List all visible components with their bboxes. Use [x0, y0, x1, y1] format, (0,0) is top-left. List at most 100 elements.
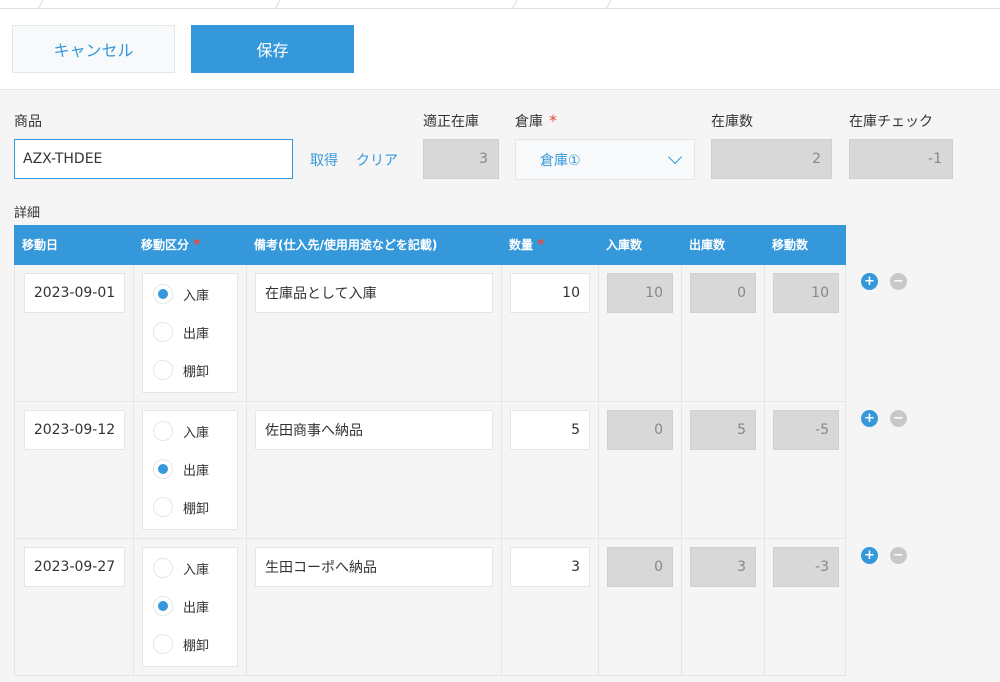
tab-strip: [0, 0, 1000, 9]
radio-circle: [153, 558, 173, 578]
radio-circle: [153, 322, 173, 342]
warehouse-select-value: 倉庫①: [540, 152, 581, 169]
column-divider: [246, 265, 247, 402]
radio-inventory[interactable]: 棚卸: [153, 358, 209, 382]
clear-link[interactable]: クリア: [356, 150, 398, 170]
move-count-field: 10: [773, 273, 839, 313]
column-divider: [501, 402, 502, 539]
remove-row-button[interactable]: −: [890, 547, 907, 564]
move-type-radio-group: 入庫 出庫 棚卸: [142, 273, 238, 393]
move-count-field: -3: [773, 547, 839, 587]
out-count-field: 5: [690, 410, 756, 450]
remove-row-button[interactable]: −: [890, 273, 907, 290]
table-row: 2023-09-12 入庫 出庫 棚卸 佐田商事へ納品 5 0 5 -5: [14, 402, 846, 539]
in-count-field: 0: [607, 547, 673, 587]
table-row: 2023-09-27 入庫 出庫 棚卸 生田コーポへ納品 3 0 3 -3: [14, 539, 846, 676]
tab-separator: [37, 0, 44, 9]
radio-circle: [153, 360, 173, 380]
add-row-button[interactable]: +: [861, 273, 878, 290]
radio-label: 出庫: [183, 326, 210, 342]
column-divider: [598, 265, 599, 402]
stock-check-label: 在庫チェック: [849, 114, 933, 130]
stock-count-field: 2: [711, 139, 832, 179]
remove-row-button[interactable]: −: [890, 410, 907, 427]
in-count-field: 10: [607, 273, 673, 313]
column-divider: [501, 265, 502, 402]
radio-label: 棚卸: [183, 364, 210, 380]
radio-in[interactable]: 入庫: [153, 556, 209, 580]
radio-label: 棚卸: [183, 501, 210, 517]
column-divider: [598, 402, 599, 539]
radio-circle: [153, 459, 173, 479]
move-count-field: -5: [773, 410, 839, 450]
col-header-date: 移動日: [22, 238, 59, 252]
details-label: 詳細: [14, 206, 41, 221]
stock-count-label: 在庫数: [711, 114, 753, 130]
col-header-out: 出庫数: [689, 238, 726, 252]
required-mark: *: [537, 237, 545, 253]
warehouse-select[interactable]: 倉庫①: [515, 139, 695, 180]
column-divider: [501, 539, 502, 676]
radio-circle: [153, 421, 173, 441]
column-divider: [681, 402, 682, 539]
note-input[interactable]: 生田コーポへ納品: [255, 547, 493, 587]
radio-label: 棚卸: [183, 638, 210, 654]
radio-out[interactable]: 出庫: [153, 320, 209, 344]
column-divider: [681, 539, 682, 676]
chevron-down-icon: [667, 149, 683, 165]
radio-label: 入庫: [183, 425, 210, 441]
radio-circle: [153, 596, 173, 616]
tab-separator: [274, 0, 281, 9]
column-divider: [598, 539, 599, 676]
date-input[interactable]: 2023-09-01: [24, 273, 125, 313]
col-header-qty: 数量 *: [509, 237, 545, 253]
radio-out[interactable]: 出庫: [153, 594, 209, 618]
tab-separator: [511, 0, 518, 9]
fetch-link[interactable]: 取得: [310, 150, 338, 170]
column-divider: [133, 265, 134, 402]
qty-input[interactable]: 5: [510, 410, 590, 450]
col-header-move: 移動数: [772, 238, 809, 252]
move-type-radio-group: 入庫 出庫 棚卸: [142, 410, 238, 530]
radio-label: 出庫: [183, 463, 210, 479]
record-header: キャンセル 保存: [0, 9, 1000, 90]
proper-stock-field: 3: [423, 139, 499, 179]
move-type-radio-group: 入庫 出庫 棚卸: [142, 547, 238, 667]
date-input[interactable]: 2023-09-27: [24, 547, 125, 587]
radio-inventory[interactable]: 棚卸: [153, 495, 209, 519]
radio-inventory[interactable]: 棚卸: [153, 632, 209, 656]
column-divider: [133, 539, 134, 676]
col-header-note: 備考(仕入先/使用用途などを記載): [254, 238, 438, 252]
radio-circle: [153, 497, 173, 517]
details-table-header: 移動日 移動区分 * 備考(仕入先/使用用途などを記載) 数量 * 入庫数 出庫数 …: [14, 225, 846, 265]
qty-input[interactable]: 3: [510, 547, 590, 587]
col-header-in: 入庫数: [606, 238, 643, 252]
in-count-field: 0: [607, 410, 673, 450]
table-row: 2023-09-01 入庫 出庫 棚卸 在庫品として入庫 10 10 0 10: [14, 265, 846, 402]
add-row-button[interactable]: +: [861, 410, 878, 427]
required-mark: *: [549, 111, 557, 130]
required-mark: *: [193, 237, 201, 253]
radio-label: 出庫: [183, 600, 210, 616]
col-header-type: 移動区分 *: [141, 237, 201, 253]
add-row-button[interactable]: +: [861, 547, 878, 564]
column-divider: [246, 402, 247, 539]
qty-input[interactable]: 10: [510, 273, 590, 313]
note-input[interactable]: 佐田商事へ納品: [255, 410, 493, 450]
column-divider: [681, 265, 682, 402]
save-button[interactable]: 保存: [191, 25, 354, 73]
radio-out[interactable]: 出庫: [153, 457, 209, 481]
product-input[interactable]: AZX-THDEE: [14, 139, 293, 179]
radio-in[interactable]: 入庫: [153, 282, 209, 306]
column-divider: [764, 539, 765, 676]
column-divider: [246, 539, 247, 676]
radio-circle: [153, 634, 173, 654]
radio-label: 入庫: [183, 562, 210, 578]
date-input[interactable]: 2023-09-12: [24, 410, 125, 450]
product-label: 商品: [14, 114, 42, 130]
cancel-button[interactable]: キャンセル: [12, 25, 175, 73]
column-divider: [133, 402, 134, 539]
radio-in[interactable]: 入庫: [153, 419, 209, 443]
note-input[interactable]: 在庫品として入庫: [255, 273, 493, 313]
radio-circle: [153, 284, 173, 304]
